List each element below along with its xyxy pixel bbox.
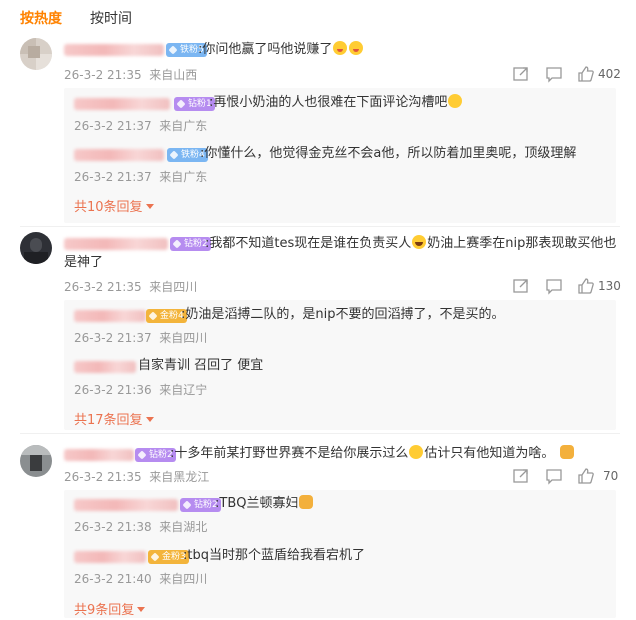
username-blurred[interactable]	[64, 449, 134, 461]
reply-meta: 26-3-2 21:37 来自广东	[74, 119, 208, 133]
tab-sort-hot[interactable]: 按热度	[20, 8, 62, 28]
cat-emoji-icon	[299, 495, 314, 509]
reply-username-blurred[interactable]	[74, 499, 178, 511]
reply-meta: 26-3-2 21:37 来自四川	[74, 331, 208, 345]
avatar[interactable]	[20, 232, 52, 264]
comment-meta: 26-3-2 21:35 来自黑龙江	[64, 470, 210, 484]
view-more-replies[interactable]: 共10条回复	[74, 196, 154, 215]
gem-icon	[172, 239, 182, 249]
caret-down-icon	[145, 417, 154, 422]
reply-meta: 26-3-2 21:38 来自湖北	[74, 520, 208, 534]
reply-username-blurred[interactable]	[74, 551, 146, 563]
gem-icon	[169, 150, 179, 160]
reply-username-blurred[interactable]	[74, 98, 170, 110]
comment-text-continued: 是神了	[64, 255, 104, 270]
like-count: 70	[603, 469, 619, 483]
reply-username-blurred[interactable]	[74, 361, 136, 373]
username-blurred[interactable]	[64, 44, 164, 56]
gem-icon	[150, 552, 160, 562]
avatar[interactable]	[20, 38, 52, 70]
view-more-replies[interactable]: 共9条回复	[74, 599, 146, 618]
username-blurred[interactable]	[64, 238, 168, 250]
share-icon[interactable]	[512, 467, 530, 485]
reply-meta: 26-3-2 21:40 来自四川	[74, 572, 208, 586]
tab-sort-time[interactable]: 按时间	[90, 8, 132, 28]
comment-icon[interactable]	[545, 277, 563, 295]
view-more-replies[interactable]: 共17条回复	[74, 409, 154, 428]
reply-text: :tbq当时那个蓝盾给我看宕机了	[183, 548, 365, 563]
smile-emoji-icon	[448, 94, 463, 108]
divider	[20, 226, 620, 227]
gem-icon	[168, 45, 178, 55]
comment-actions: 130	[512, 277, 622, 297]
divider	[20, 433, 620, 434]
comment-text: :我都不知道tes现在是谁在负责买人 奶油上赛季在nip那表现敢买他也	[205, 235, 617, 251]
avatar[interactable]	[20, 445, 52, 477]
blush-emoji-icon	[333, 41, 348, 55]
reply-text: 自家青训 召回了 便宜	[138, 358, 264, 373]
reply-username-blurred[interactable]	[74, 310, 146, 322]
gem-icon	[176, 99, 186, 109]
share-icon[interactable]	[512, 277, 530, 295]
cat-emoji-icon	[559, 445, 574, 459]
blush-emoji-icon	[349, 41, 364, 55]
comment-actions: 402	[512, 65, 622, 85]
share-icon[interactable]	[512, 65, 530, 83]
reply-meta: 26-3-2 21:36 来自辽宁	[74, 383, 208, 397]
doge-emoji-icon	[409, 445, 424, 459]
comment-text: :你问他赢了吗他说赚了	[198, 40, 364, 60]
comment-actions: 70	[512, 467, 622, 487]
caret-down-icon	[137, 607, 146, 612]
comment-meta: 26-3-2 21:35 来自山西	[64, 68, 198, 82]
comment-meta: 26-3-2 21:35 来自四川	[64, 280, 198, 294]
laugh-emoji-icon	[412, 235, 427, 249]
reply-text: :奶油是滔搏二队的，是nip不要的回滔搏了，不是买的。	[181, 307, 505, 322]
like-icon[interactable]	[577, 65, 595, 83]
gem-icon	[182, 500, 192, 510]
sort-tabs: 按热度 按时间	[0, 0, 636, 32]
caret-down-icon	[145, 204, 154, 209]
comment-icon[interactable]	[545, 467, 563, 485]
reply-username-blurred[interactable]	[74, 149, 164, 161]
reply-text: :再恨小奶油的人也很难在下面评论沟槽吧	[209, 93, 463, 113]
gem-icon	[137, 450, 147, 460]
like-count: 130	[598, 279, 621, 293]
gem-icon	[148, 311, 158, 321]
comment-icon[interactable]	[545, 65, 563, 83]
like-icon[interactable]	[577, 467, 595, 485]
comment-text: :十多年前某打野世界赛不是给你展示过么 估计只有他知道为啥。	[170, 444, 575, 464]
reply-text: :你懂什么，他觉得金克丝不会a他，所以防着加里奥呢，顶级理解	[200, 146, 577, 161]
reply-text: :TBQ兰顿寡妇	[215, 494, 314, 514]
like-icon[interactable]	[577, 277, 595, 295]
like-count: 402	[598, 67, 621, 81]
reply-meta: 26-3-2 21:37 来自广东	[74, 170, 208, 184]
